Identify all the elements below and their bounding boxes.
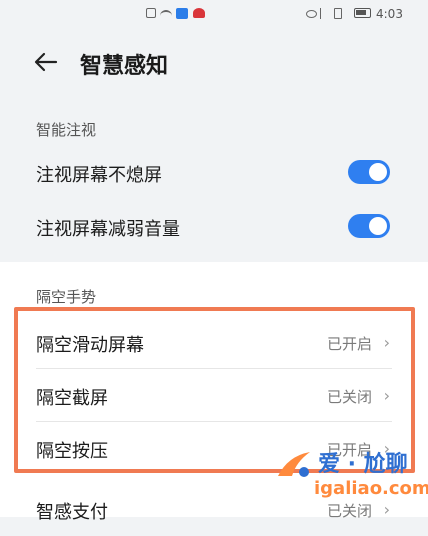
cloud-icon bbox=[176, 8, 188, 19]
vibrate-icon bbox=[334, 8, 342, 19]
toggle-knob bbox=[369, 217, 387, 235]
sim-card-icon bbox=[146, 8, 156, 18]
watermark-url: igaliao.com bbox=[314, 478, 428, 499]
toggle-knob bbox=[369, 163, 387, 181]
row-label: 隔空滑动屏幕 bbox=[36, 335, 144, 356]
status-time: 4:03 bbox=[376, 7, 403, 21]
page-title: 智慧感知 bbox=[80, 54, 169, 79]
chevron-right-icon: › bbox=[383, 386, 390, 405]
arrow-left-icon bbox=[34, 52, 58, 72]
back-button[interactable] bbox=[32, 48, 60, 76]
row-gaze-lower-volume[interactable]: 注视屏幕减弱音量 bbox=[0, 201, 428, 253]
wifi-icon bbox=[160, 10, 172, 18]
section-label-smart-gaze: 智能注视 bbox=[36, 121, 97, 139]
row-air-swipe[interactable]: 隔空滑动屏幕 已开启 › bbox=[0, 317, 428, 369]
divider bbox=[36, 421, 392, 422]
watermark-logo-icon bbox=[278, 452, 310, 477]
bluetooth-icon bbox=[320, 8, 327, 19]
row-air-screenshot[interactable]: 隔空截屏 已关闭 › bbox=[0, 370, 428, 422]
header: 智慧感知 bbox=[0, 36, 428, 90]
watermark: 爱 · 尬聊 igaliao.com bbox=[270, 440, 428, 517]
chevron-right-icon: › bbox=[383, 333, 390, 352]
huawei-icon bbox=[193, 8, 205, 18]
row-value: 已关闭 bbox=[326, 388, 372, 406]
gaze-keep-screen-on-toggle[interactable] bbox=[348, 160, 390, 184]
eye-comfort-icon bbox=[306, 10, 317, 18]
row-gaze-keep-screen-on[interactable]: 注视屏幕不熄屏 bbox=[0, 147, 428, 199]
status-bar: 4:03 bbox=[0, 0, 428, 30]
battery-icon bbox=[354, 8, 371, 18]
divider bbox=[36, 368, 392, 369]
row-label: 注视屏幕减弱音量 bbox=[36, 219, 180, 240]
watermark-text: 爱 · 尬聊 bbox=[318, 452, 408, 477]
row-value: 已开启 bbox=[326, 335, 372, 353]
row-label: 智感支付 bbox=[36, 502, 108, 523]
row-label: 注视屏幕不熄屏 bbox=[36, 165, 162, 186]
section-label-air-gesture: 隔空手势 bbox=[36, 288, 97, 306]
gaze-lower-volume-toggle[interactable] bbox=[348, 214, 390, 238]
row-label: 隔空截屏 bbox=[36, 388, 108, 409]
row-label: 隔空按压 bbox=[36, 441, 108, 462]
